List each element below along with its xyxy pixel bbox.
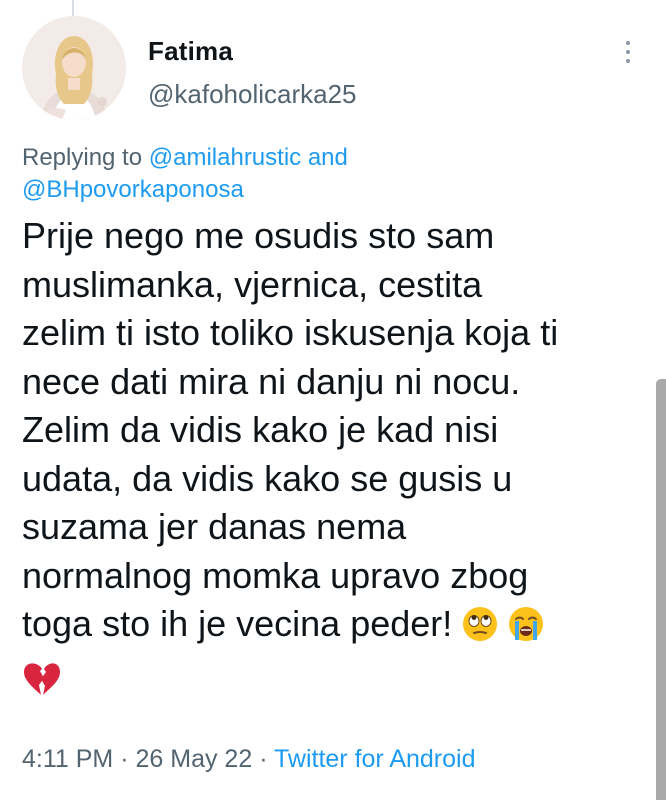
tweet-text-line-with-emojis: toga sto ih je vecina peder!	[22, 600, 658, 655]
avatar[interactable]	[22, 16, 126, 120]
author-handle[interactable]: @kafoholicarka25	[148, 79, 357, 110]
replying-to: Replying to @amilahrustic and @BHpovorka…	[22, 142, 622, 206]
tweet-text-line: Zelim da vidis kako je kad nisi	[22, 409, 499, 450]
tweet-text-line: nece dati mira ni danju ni nocu.	[22, 360, 521, 402]
thread-connector-line	[72, 0, 74, 16]
more-options-icon[interactable]	[608, 34, 648, 70]
more-dot	[626, 59, 630, 63]
reply-conjunction[interactable]: and	[308, 144, 348, 171]
tweet-date[interactable]: 26 May 22	[135, 745, 252, 773]
tweet-text: Prije nego me osudis sto sam muslimanka,…	[22, 212, 658, 709]
tweet-metadata: 4:11 PM · 26 May 22 · Twitter for Androi…	[22, 745, 476, 774]
tweet-text-line: udata, da vidis kako se gusis u	[22, 457, 513, 499]
avatar-illustration	[22, 16, 126, 120]
replying-prefix: Replying to	[22, 144, 143, 171]
tweet-source-link[interactable]: Twitter for Android	[274, 745, 475, 773]
reply-mention-bhpovorkaponosa[interactable]: @BHpovorkaponosa	[22, 176, 244, 203]
meta-separator: ·	[259, 745, 268, 773]
more-dot	[626, 41, 630, 45]
tweet-time[interactable]: 4:11 PM	[22, 745, 113, 773]
broken-heart-emoji	[22, 659, 62, 710]
reply-mention-amilahrustic[interactable]: @amilahrustic	[149, 144, 301, 171]
more-dot	[626, 50, 630, 54]
tweet-text-line: normalnog momka upravo zbog	[22, 554, 529, 596]
tweet-text-line: toga sto ih je vecina peder!	[22, 603, 453, 644]
scrollbar[interactable]	[656, 379, 666, 800]
face-with-rolling-eyes-emoji	[462, 606, 498, 655]
tweet-text-line: zelim ti isto toliko iskusenja koja ti	[22, 312, 559, 353]
tweet-text-line: muslimanka, vjernica, cestita	[22, 263, 483, 305]
tweet-text-line: Prije nego me osudis sto sam	[22, 215, 495, 256]
tweet-text-line: suzama jer danas nema	[22, 506, 407, 547]
emoji-line	[22, 655, 658, 710]
author-name[interactable]: Fatima	[148, 36, 233, 67]
meta-separator: ·	[120, 745, 129, 773]
loudly-crying-face-emoji	[508, 606, 544, 655]
